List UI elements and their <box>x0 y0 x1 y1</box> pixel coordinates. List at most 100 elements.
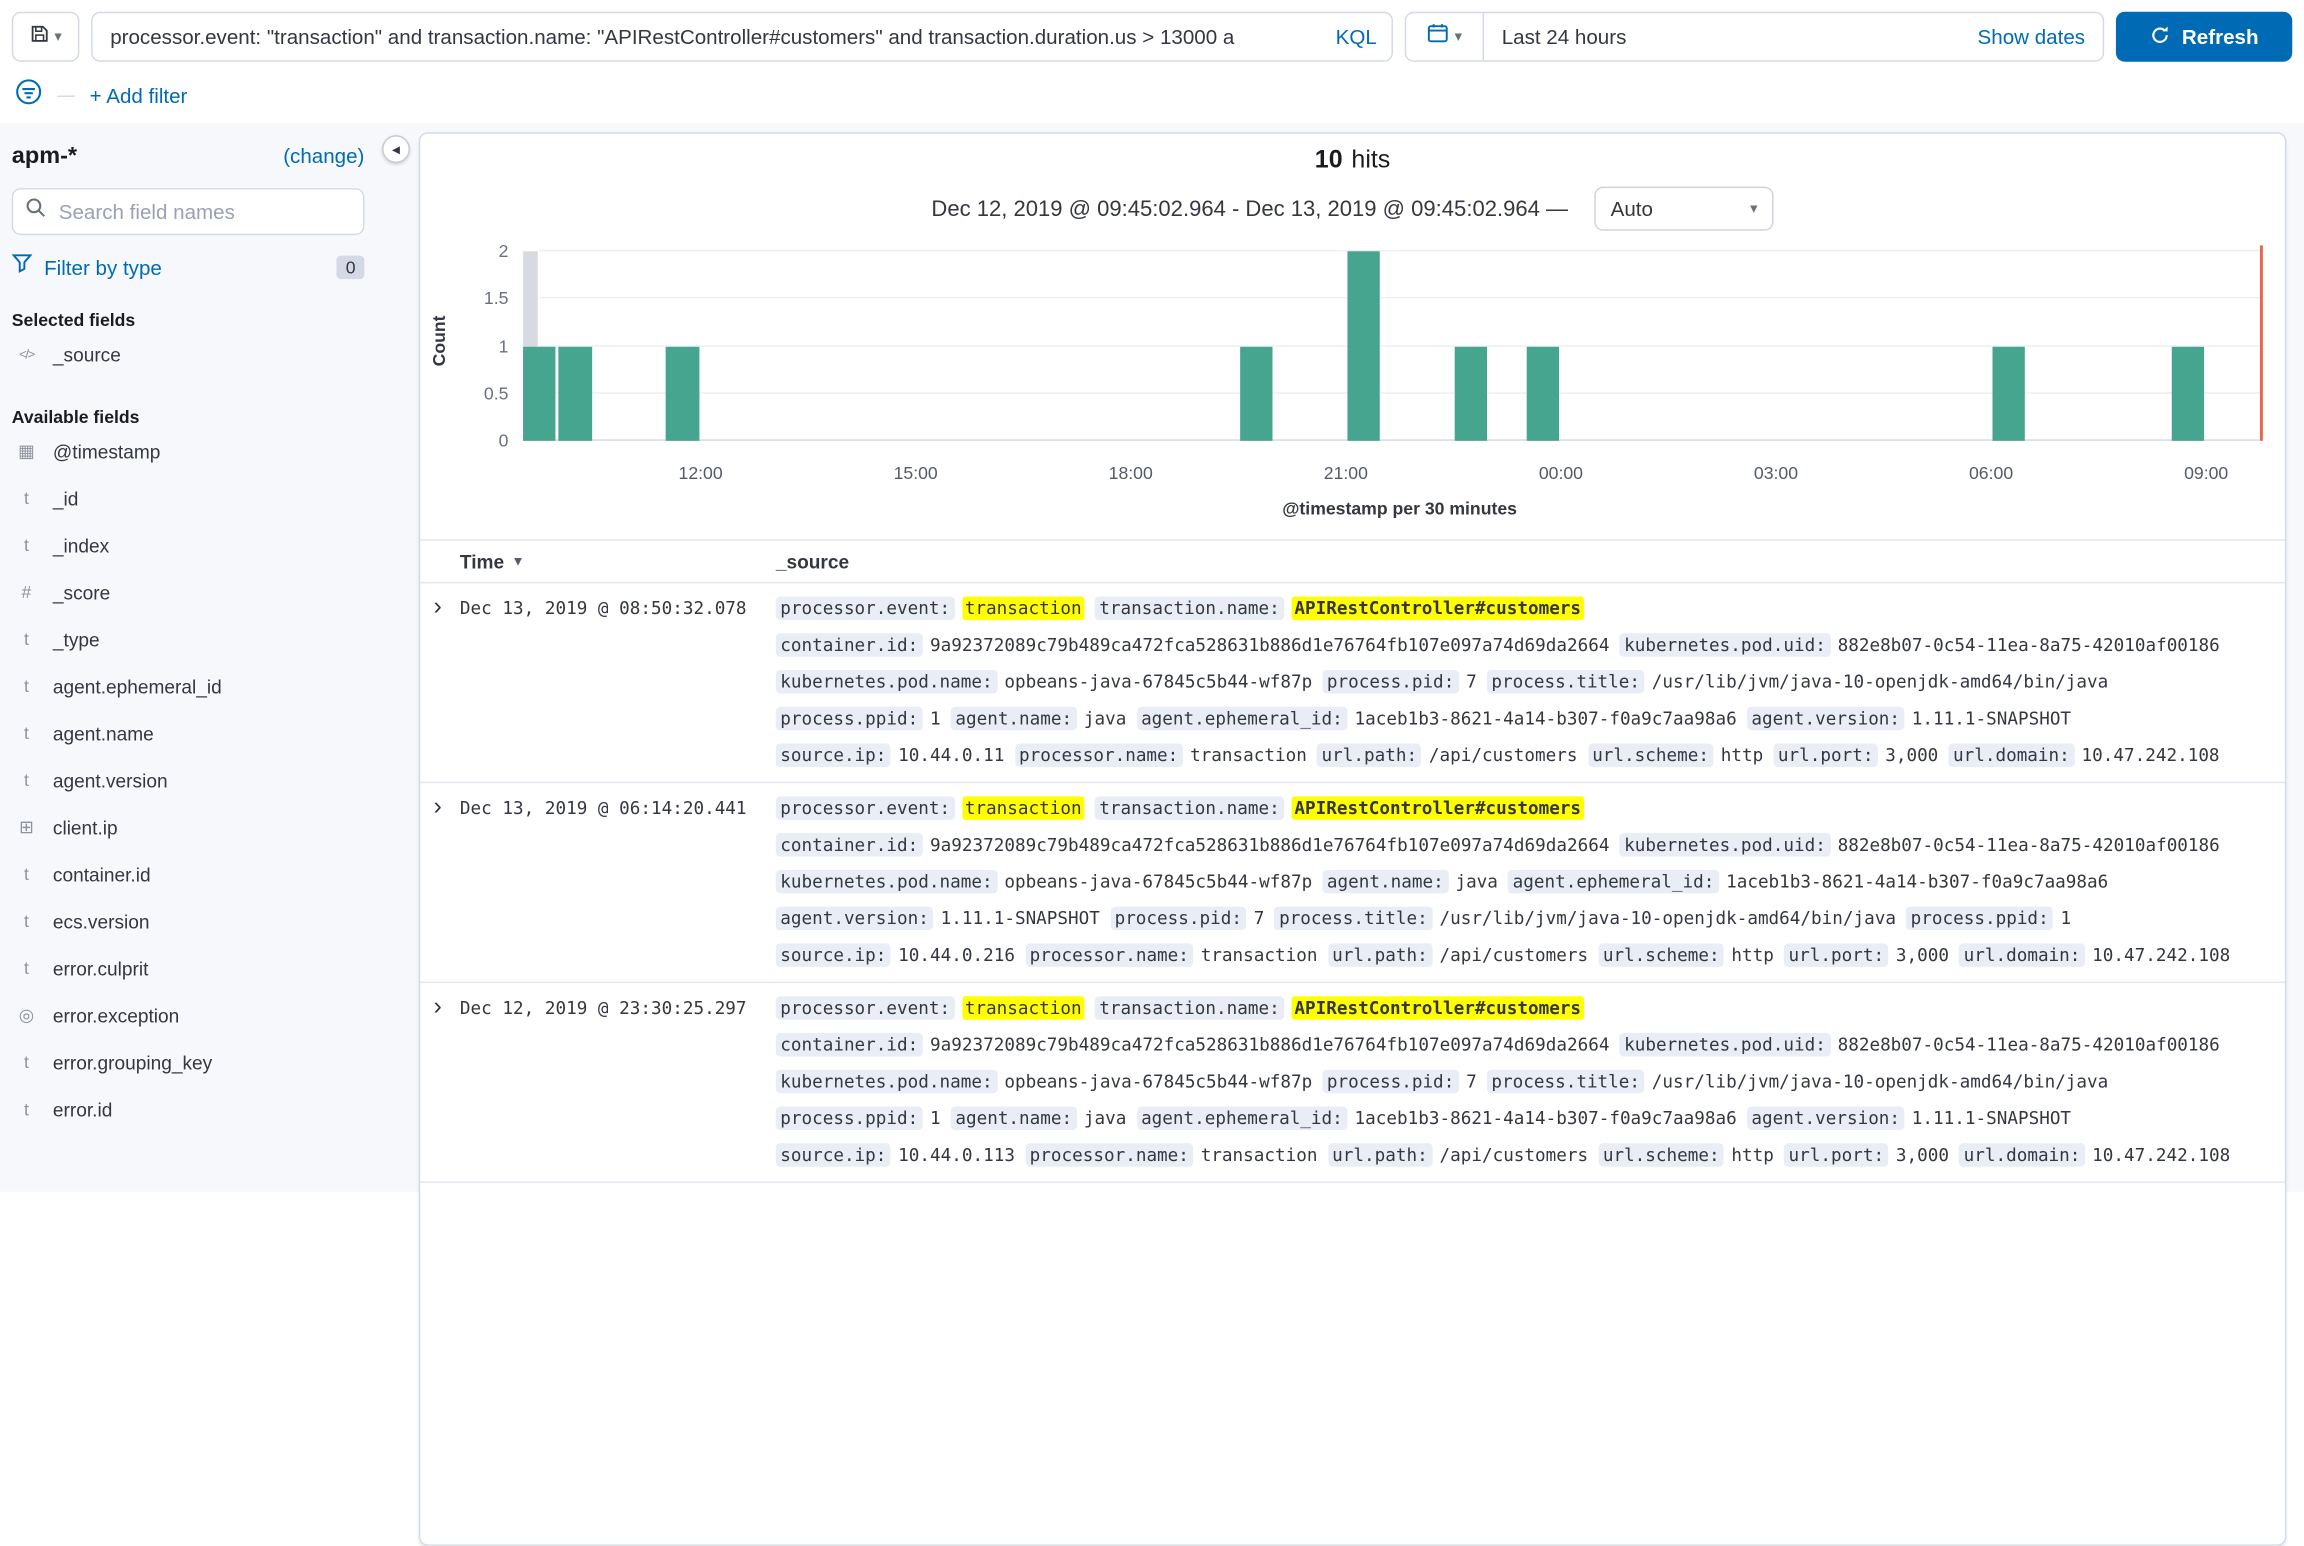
histogram-bar[interactable] <box>1347 251 1380 441</box>
field-search-input[interactable] <box>56 198 351 224</box>
field-value: /api/customers <box>1439 945 1588 966</box>
field-key: process.title <box>1487 670 1644 694</box>
field-item-error.id[interactable]: terror.id <box>12 1086 365 1133</box>
source-field-pair: processor.nametransaction <box>1025 937 1317 974</box>
source-field-pair: agent.version1.11.1-SNAPSHOT <box>776 901 1100 938</box>
field-key: processor.name <box>1015 744 1183 768</box>
field-key: url.domain <box>1959 1143 2085 1167</box>
histogram-bar[interactable] <box>1455 346 1488 441</box>
field-value: 1.11.1-SNAPSHOT <box>1912 708 2071 729</box>
field-value: 10.47.242.108 <box>2092 1145 2230 1166</box>
saved-query-menu-button[interactable]: ▾ <box>12 12 80 62</box>
field-key: process.ppid <box>776 1106 923 1130</box>
source-column-header: _source <box>776 550 849 572</box>
filter-by-type-count-badge: 0 <box>337 255 364 279</box>
source-field-pair: agent.version1.11.1-SNAPSHOT <box>1747 1101 2071 1138</box>
field-item-_id[interactable]: t_id <box>12 475 365 522</box>
histogram-bar[interactable] <box>666 346 699 441</box>
collapse-sidebar-button[interactable]: ◀ <box>382 135 410 163</box>
histogram-interval-select[interactable]: Auto ▾ <box>1594 187 1773 231</box>
source-field-pair: url.path/api/customers <box>1328 1137 1588 1174</box>
hits-summary: 10hits <box>420 145 2285 174</box>
filter-bar-divider <box>57 95 75 96</box>
query-language-button[interactable]: KQL <box>1321 25 1377 49</box>
field-item-error.exception[interactable]: ◎error.exception <box>12 992 365 1039</box>
date-picker-quick-menu-button[interactable]: ▾ <box>1406 13 1484 60</box>
string-type-icon: t <box>15 864 39 885</box>
field-key: source.ip <box>776 744 891 768</box>
y-tick-label: 2 <box>499 241 509 262</box>
histogram-plot-area[interactable] <box>539 251 2260 441</box>
field-key: kubernetes.pod.name <box>776 670 997 694</box>
field-key: process.pid <box>1322 1070 1458 1094</box>
document-source: processor.eventtransactiontransaction.na… <box>776 591 2267 775</box>
refresh-button[interactable]: Refresh <box>2116 12 2292 62</box>
field-value: 1 <box>930 708 941 729</box>
field-search-box[interactable] <box>12 188 365 235</box>
field-item-error.grouping_key[interactable]: terror.grouping_key <box>12 1039 365 1086</box>
y-tick-label: 1 <box>499 336 509 357</box>
field-value: /api/customers <box>1439 1145 1588 1166</box>
change-index-pattern-link[interactable]: (change) <box>283 144 364 168</box>
field-item-_type[interactable]: t_type <box>12 616 365 663</box>
field-key: source.ip <box>776 1143 891 1167</box>
histogram-bar[interactable] <box>1240 346 1273 441</box>
field-key: url.domain <box>1949 744 2075 768</box>
field-item-_source[interactable]: </>_source <box>12 331 365 378</box>
field-value: http <box>1731 1145 1773 1166</box>
field-item-client.ip[interactable]: ⊞client.ip <box>12 804 365 851</box>
field-item-_index[interactable]: t_index <box>12 522 365 569</box>
document-row: › Dec 12, 2019 @ 23:30:25.297processor.ev… <box>420 983 2285 1183</box>
hits-count: 10 <box>1315 145 1343 173</box>
field-key: url.port <box>1784 1143 1888 1167</box>
source-field-pair: processor.eventtransaction <box>776 990 1085 1027</box>
filter-set-menu-icon[interactable] <box>15 78 43 113</box>
field-item-@timestamp[interactable]: ▦@timestamp <box>12 428 365 475</box>
field-value: 10.47.242.108 <box>2082 745 2220 766</box>
field-item-agent.ephemeral_id[interactable]: tagent.ephemeral_id <box>12 663 365 710</box>
field-value: opbeans-java-67845c5b44-wf87p <box>1004 672 1312 693</box>
histogram-header: Dec 12, 2019 @ 09:45:02.964 - Dec 13, 20… <box>420 187 2285 231</box>
field-key: container.id <box>776 633 923 657</box>
field-item-agent.name[interactable]: tagent.name <box>12 710 365 757</box>
histogram-bar[interactable] <box>2172 346 2205 441</box>
field-item-_score[interactable]: #_score <box>12 569 365 616</box>
field-key: url.scheme <box>1598 943 1724 967</box>
field-key: process.pid <box>1110 907 1246 931</box>
source-field-pair: url.path/api/customers <box>1328 937 1588 974</box>
field-value: opbeans-java-67845c5b44-wf87p <box>1004 1071 1312 1092</box>
histogram-bar[interactable] <box>523 346 556 441</box>
query-input[interactable]: processor.event: "transaction" and trans… <box>91 12 1393 62</box>
source-field-pair: url.port3,000 <box>1784 1137 1949 1174</box>
histogram-bar[interactable] <box>1993 346 2026 441</box>
source-field-pair: agent.ephemeral_id1aceb1b3-8621-4a14-b30… <box>1508 864 2108 901</box>
field-value: 1aceb1b3-8621-4a14-b307-f0a9c7aa98a6 <box>1726 871 2108 892</box>
source-field-pair: process.pid7 <box>1110 901 1264 938</box>
available-fields-heading: Available fields <box>12 407 365 428</box>
expand-document-button[interactable]: › <box>433 992 441 1021</box>
query-text[interactable]: processor.event: "transaction" and trans… <box>110 25 1321 49</box>
document-source: processor.eventtransactiontransaction.na… <box>776 990 2267 1174</box>
field-value: 9a92372089c79b489ca472fca528631b886d1e76… <box>930 1034 1609 1055</box>
field-item-error.culprit[interactable]: terror.culprit <box>12 945 365 992</box>
filter-by-type-button[interactable]: Filter by type 0 <box>12 253 365 281</box>
field-value: 882e8b07-0c54-11ea-8a75-42010af00186 <box>1838 635 2220 656</box>
field-value: java <box>1455 871 1497 892</box>
time-header-label: Time <box>460 550 504 572</box>
field-item-agent.version[interactable]: tagent.version <box>12 757 365 804</box>
histogram-bar[interactable] <box>559 346 592 441</box>
string-type-icon: t <box>15 1052 39 1073</box>
add-filter-link[interactable]: + Add filter <box>90 84 188 108</box>
show-dates-link[interactable]: Show dates <box>1978 25 2103 49</box>
field-item-ecs.version[interactable]: tecs.version <box>12 898 365 945</box>
expand-document-button[interactable]: › <box>433 592 441 621</box>
histogram-time-range-text: Dec 12, 2019 @ 09:45:02.964 - Dec 13, 20… <box>931 196 1568 221</box>
field-item-container.id[interactable]: tcontainer.id <box>12 851 365 898</box>
x-tick-label: 00:00 <box>1539 463 1583 484</box>
document-timestamp: Dec 12, 2019 @ 23:30:25.297 <box>460 990 776 1174</box>
expand-document-button[interactable]: › <box>433 792 441 821</box>
sort-descending-icon: ▼ <box>512 554 525 569</box>
histogram-bar[interactable] <box>1527 346 1560 441</box>
time-range-value[interactable]: Last 24 hours <box>1484 25 1977 49</box>
time-column-header[interactable]: Time ▼ <box>460 550 776 572</box>
